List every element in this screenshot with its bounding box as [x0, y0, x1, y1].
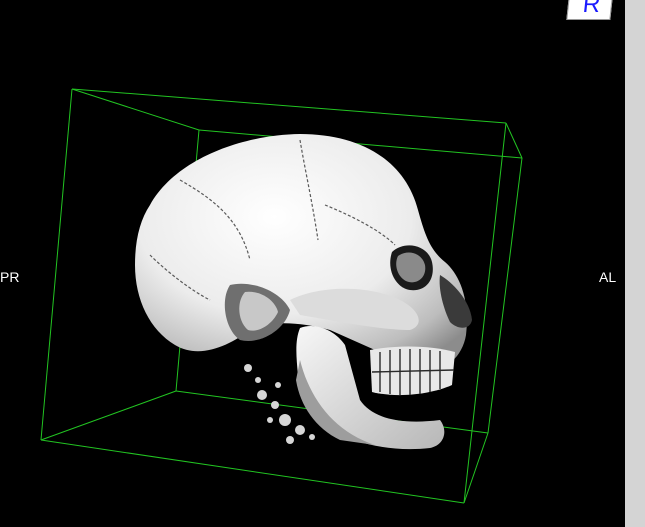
orientation-cube-label: R [581, 0, 602, 18]
3d-render-viewport[interactable]: PR AL R [0, 0, 625, 527]
orientation-label-left: PR [0, 269, 20, 285]
vertical-scrollbar[interactable] [625, 0, 645, 527]
orientation-cube[interactable]: R [566, 0, 614, 20]
volume-render-canvas[interactable] [0, 0, 625, 527]
orientation-label-right: AL [599, 269, 617, 285]
skull-render [135, 134, 472, 450]
